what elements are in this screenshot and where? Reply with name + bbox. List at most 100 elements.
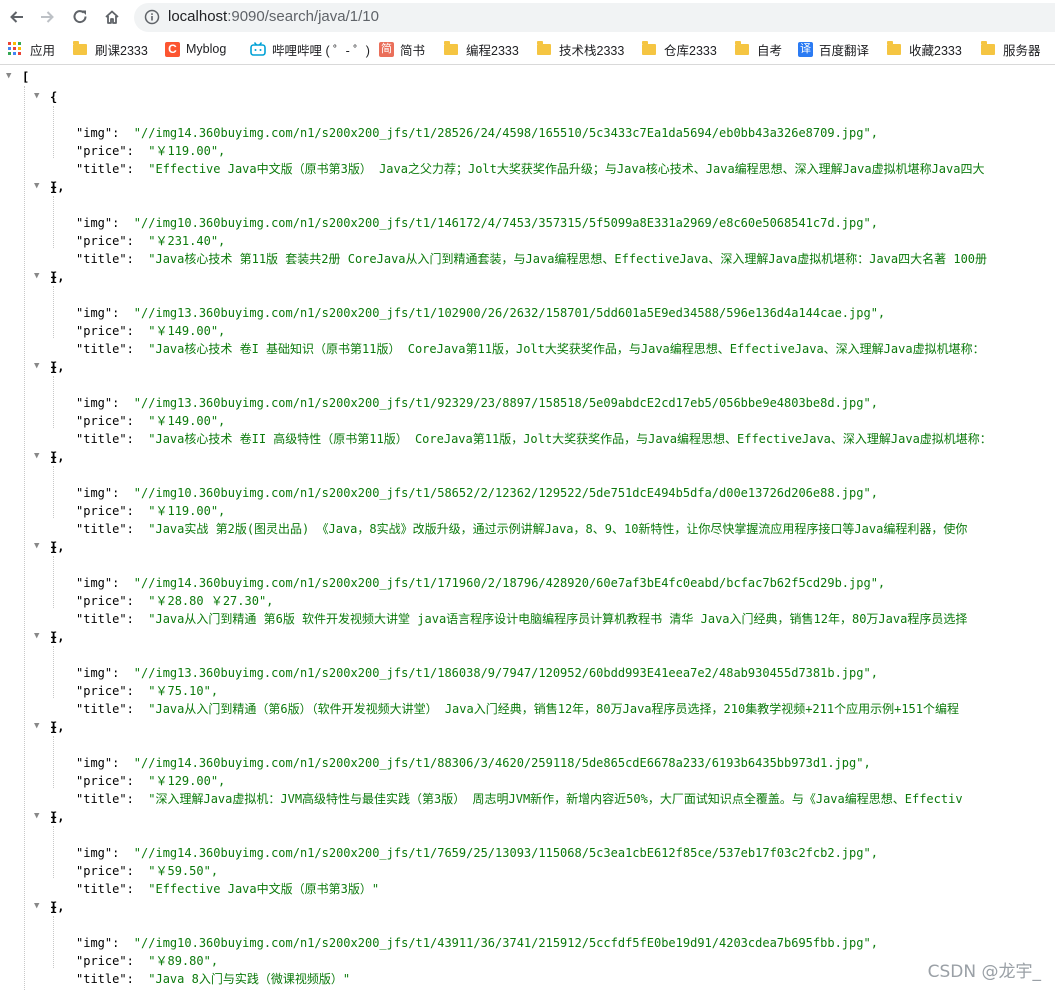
object-open-brace: { xyxy=(50,900,58,914)
bookmark-apps[interactable]: 应用 xyxy=(8,40,55,58)
bookmark-myblog[interactable]: C Myblog xyxy=(165,40,226,58)
json-value: "Effective Java中文版（原书第3版）" xyxy=(148,882,380,896)
back-arrow-icon xyxy=(10,11,23,23)
json-field-img: "img": "//img14.360buyimg.com/n1/s200x20… xyxy=(76,124,878,142)
json-field-img: "img": "//img10.360buyimg.com/n1/s200x20… xyxy=(76,214,878,232)
address-bar[interactable]: localhost:9090/search/java/1/10 xyxy=(134,3,1055,32)
json-value: "￥119.00", xyxy=(148,144,226,158)
apps-icon xyxy=(8,42,24,56)
folder-icon xyxy=(735,41,751,56)
bookmark-label: 仓库2333 xyxy=(664,43,717,58)
back-button[interactable] xyxy=(6,6,28,28)
json-key: "img": xyxy=(76,756,134,770)
bookmark-label: 编程2333 xyxy=(466,43,519,58)
bookmark-label: Myblog xyxy=(186,42,227,56)
bookmarks-bar: 应用 刷课2333 C Myblog 哔哩哔哩 ( ゜- ゜) 简 简书 编程2… xyxy=(0,34,1055,65)
json-field-img: "img": "//img10.360buyimg.com/n1/s200x20… xyxy=(76,934,878,952)
json-value: "//img13.360buyimg.com/n1/s200x200_jfs/t… xyxy=(133,306,886,320)
collapse-toggle-icon[interactable]: ▼ xyxy=(34,721,39,731)
reload-button[interactable] xyxy=(69,6,91,28)
json-field-title: "title": "Effective Java中文版（原书第3版） Java之… xyxy=(76,160,984,178)
bookmark-label: 技术栈2333 xyxy=(559,43,625,58)
json-field-price: "price": "￥119.00", xyxy=(76,142,225,160)
json-key: "img": xyxy=(76,576,134,590)
object-open-brace: { xyxy=(50,630,58,644)
json-field-img: "img": "//img13.360buyimg.com/n1/s200x20… xyxy=(76,304,885,322)
info-icon[interactable] xyxy=(144,9,160,25)
bookmark-bilibili[interactable]: 哔哩哔哩 ( ゜- ゜) xyxy=(250,40,370,58)
json-field-title: "title": "Java核心技术 卷I 基础知识（原书第11版） CoreJ… xyxy=(76,340,985,358)
collapse-toggle-icon[interactable]: ▼ xyxy=(34,361,39,371)
forward-button[interactable] xyxy=(36,6,58,28)
json-value: "//img13.360buyimg.com/n1/s200x200_jfs/t… xyxy=(133,666,878,680)
bookmark-jishuzhan[interactable]: 技术栈2333 xyxy=(537,40,624,58)
folder-icon xyxy=(444,41,460,56)
json-key: "price": xyxy=(76,414,149,428)
json-field-price: "price": "￥231.40", xyxy=(76,232,225,250)
json-field-img: "img": "//img13.360buyimg.com/n1/s200x20… xyxy=(76,394,878,412)
bookmark-fuwuqi[interactable]: 服务器 xyxy=(981,40,1041,58)
json-key: "title": xyxy=(76,702,149,716)
folder-icon xyxy=(981,41,997,56)
json-field-price: "price": "￥28.80 ￥27.30", xyxy=(76,592,273,610)
bookmark-biancheng[interactable]: 编程2333 xyxy=(444,40,519,58)
json-field-title: "title": "Java 8入门与实践（微课视频版）" xyxy=(76,970,350,988)
json-field-price: "price": "￥75.10", xyxy=(76,682,218,700)
json-key: "price": xyxy=(76,144,149,158)
json-field-title: "title": "深入理解Java虚拟机：JVM高级特性与最佳实践（第3版） … xyxy=(76,790,963,808)
collapse-toggle-icon[interactable]: ▼ xyxy=(34,631,39,641)
json-value: "//img14.360buyimg.com/n1/s200x200_jfs/t… xyxy=(133,846,878,860)
bookmark-cangku[interactable]: 仓库2333 xyxy=(642,40,717,58)
csdn-icon: C xyxy=(165,41,180,57)
collapse-toggle-icon[interactable]: ▼ xyxy=(34,901,39,911)
json-field-img: "img": "//img14.360buyimg.com/n1/s200x20… xyxy=(76,844,878,862)
collapse-toggle-icon[interactable]: ▼ xyxy=(6,71,11,81)
array-open-bracket: [ xyxy=(22,70,30,84)
home-button[interactable] xyxy=(101,6,123,28)
json-field-title: "title": "Java核心技术 卷II 高级特性（原书第11版） Core… xyxy=(76,430,992,448)
bookmark-label: 应用 xyxy=(30,43,56,58)
translate-icon: 译 xyxy=(798,41,813,57)
collapse-toggle-icon[interactable]: ▼ xyxy=(34,271,39,281)
json-value: "Java从入门到精通（第6版）（软件开发视频大讲堂） Java入门经典，销售1… xyxy=(148,702,959,716)
bookmark-baidu-translate[interactable]: 译 百度翻译 xyxy=(798,40,869,58)
json-key: "img": xyxy=(76,666,134,680)
indent-guide xyxy=(53,196,54,248)
json-key: "title": xyxy=(76,882,149,896)
json-key: "title": xyxy=(76,972,149,986)
json-field-title: "title": "Effective Java中文版（原书第3版）" xyxy=(76,880,379,898)
bookmark-jianshu[interactable]: 简 简书 xyxy=(379,40,425,58)
json-field-price: "price": "￥129.00", xyxy=(76,772,225,790)
object-open-brace: { xyxy=(50,450,58,464)
json-field-title: "title": "Java从入门到精通（第6版）（软件开发视频大讲堂） Jav… xyxy=(76,700,959,718)
json-viewer: ▼ [ ▼ { "img": "//img14.360buyimg.com/n1/s… xyxy=(0,66,1055,990)
json-value: "Java从入门到精通 第6版 软件开发视频大讲堂 java语言程序设计电脑编程… xyxy=(148,612,968,626)
bookmark-shuake[interactable]: 刷课2333 xyxy=(73,40,148,58)
collapse-toggle-icon[interactable]: ▼ xyxy=(34,91,39,101)
bilibili-icon xyxy=(250,42,266,56)
json-key: "img": xyxy=(76,306,134,320)
json-value: "//img14.360buyimg.com/n1/s200x200_jfs/t… xyxy=(133,756,871,770)
folder-icon xyxy=(642,41,658,56)
json-key: "price": xyxy=(76,684,149,698)
collapse-toggle-icon[interactable]: ▼ xyxy=(34,451,39,461)
json-value: "Java核心技术 第11版 套装共2册 CoreJava从入门到精通套装，与J… xyxy=(148,252,988,266)
collapse-toggle-icon[interactable]: ▼ xyxy=(34,811,39,821)
json-key: "img": xyxy=(76,846,134,860)
bookmark-shoucang[interactable]: 收藏2333 xyxy=(887,40,962,58)
indent-guide xyxy=(53,286,54,338)
object-open-brace: { xyxy=(50,270,58,284)
indent-guide xyxy=(53,556,54,608)
bookmark-label: 简书 xyxy=(400,43,426,58)
folder-icon xyxy=(73,41,89,56)
collapse-toggle-icon[interactable]: ▼ xyxy=(34,181,39,191)
json-value: "￥75.10", xyxy=(148,684,219,698)
json-value: "Java核心技术 卷I 基础知识（原书第11版） CoreJava第11版，J… xyxy=(148,342,985,356)
bookmark-zikao[interactable]: 自考 xyxy=(735,40,782,58)
json-value: "//img10.360buyimg.com/n1/s200x200_jfs/t… xyxy=(133,486,878,500)
collapse-toggle-icon[interactable]: ▼ xyxy=(34,541,39,551)
indent-guide xyxy=(53,106,54,158)
json-value: "￥89.80", xyxy=(148,954,219,968)
json-value: "￥149.00", xyxy=(148,414,226,428)
json-value: "Java 8入门与实践（微课视频版）" xyxy=(148,972,351,986)
